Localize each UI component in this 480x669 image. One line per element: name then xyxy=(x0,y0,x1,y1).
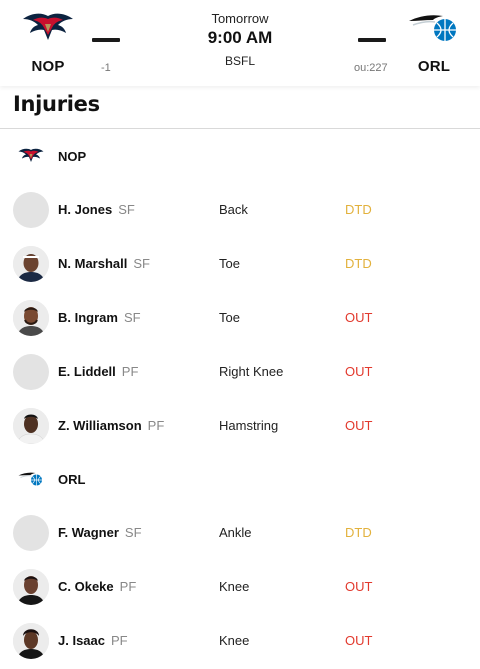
player-name: Z. Williamson PF xyxy=(58,418,165,433)
player-row[interactable]: C. Okeke PF Knee OUT xyxy=(0,560,480,614)
spread-odds: -1 xyxy=(101,62,111,74)
player-avatar xyxy=(13,623,49,659)
player-row[interactable]: B. Ingram SF Toe OUT xyxy=(0,291,480,345)
player-row[interactable]: Z. Williamson PF Hamstring OUT xyxy=(0,399,480,453)
injury-type: Knee xyxy=(219,633,250,648)
player-row[interactable]: J. Isaac PF Knee OUT xyxy=(0,614,480,668)
team-header-nop: NOP xyxy=(14,145,86,167)
player-name: B. Ingram SF xyxy=(58,310,141,325)
player-avatar xyxy=(13,569,49,605)
player-name: J. Isaac PF xyxy=(58,633,128,648)
away-team-abbr: ORL xyxy=(417,58,451,75)
player-avatar xyxy=(13,515,49,551)
player-position: PF xyxy=(121,364,139,379)
player-headshot-icon xyxy=(13,246,49,282)
total-odds: ou:227 xyxy=(354,62,388,74)
team-header-orl: ORL xyxy=(14,468,85,490)
player-position: SF xyxy=(118,202,135,217)
magic-logo-icon xyxy=(409,15,456,41)
injury-type: Ankle xyxy=(219,525,252,540)
injury-status: DTD xyxy=(345,525,372,540)
injury-status: OUT xyxy=(345,310,373,325)
injury-status: OUT xyxy=(345,418,373,433)
section-divider xyxy=(0,128,480,129)
player-name: E. Liddell PF xyxy=(58,364,139,379)
player-position: SF xyxy=(124,525,142,540)
injury-status: OUT xyxy=(345,364,373,379)
injuries-title: Injuries xyxy=(13,92,100,116)
player-position: PF xyxy=(147,418,165,433)
team-name: NOP xyxy=(58,148,87,164)
game-header: NOP -1 Tomorrow 9:00 AM BSFL ou:227 ORL xyxy=(0,0,480,86)
magic-logo-icon xyxy=(18,472,42,486)
player-avatar xyxy=(13,246,49,282)
home-team-abbr: NOP xyxy=(31,58,65,75)
player-name: C. Okeke PF xyxy=(58,579,137,594)
player-row[interactable]: F. Wagner SF Ankle DTD xyxy=(0,506,480,560)
home-team[interactable]: NOP xyxy=(10,8,86,75)
injury-type: Toe xyxy=(219,256,240,271)
player-row[interactable]: N. Marshall SF Toe DTD xyxy=(0,237,480,291)
injury-type: Toe xyxy=(219,310,240,325)
player-headshot-icon xyxy=(13,408,49,444)
player-position: PF xyxy=(119,579,137,594)
game-info: Tomorrow 9:00 AM BSFL xyxy=(160,11,320,68)
player-avatar xyxy=(13,192,49,228)
player-row[interactable]: H. Jones SF Back DTD xyxy=(0,183,480,237)
player-position: SF xyxy=(133,256,150,271)
home-score-dash xyxy=(92,38,120,42)
player-avatar xyxy=(13,354,49,390)
pelicans-logo-icon xyxy=(23,13,73,40)
team-name: ORL xyxy=(58,471,86,487)
player-headshot-icon xyxy=(13,569,49,605)
player-headshot-icon xyxy=(13,623,49,659)
away-score-dash xyxy=(358,38,386,42)
injury-type: Back xyxy=(219,202,248,217)
injury-type: Knee xyxy=(219,579,250,594)
player-avatar xyxy=(13,408,49,444)
injury-status: OUT xyxy=(345,579,373,594)
injury-type: Hamstring xyxy=(219,418,279,433)
game-day: Tomorrow xyxy=(211,11,269,26)
player-avatar xyxy=(13,300,49,336)
injury-type: Right Knee xyxy=(219,364,284,379)
game-network: BSFL xyxy=(224,54,255,68)
injury-status: OUT xyxy=(345,633,373,648)
injury-status: DTD xyxy=(345,202,372,217)
game-time: 9:00 AM xyxy=(207,28,273,47)
player-headshot-icon xyxy=(13,300,49,336)
pelicans-logo-icon xyxy=(18,148,44,162)
player-position: SF xyxy=(123,310,141,325)
player-name: F. Wagner SF xyxy=(58,525,142,540)
player-name: H. Jones SF xyxy=(58,202,135,217)
away-team[interactable]: ORL xyxy=(396,8,472,75)
player-row[interactable]: E. Liddell PF Right Knee OUT xyxy=(0,345,480,399)
player-position: PF xyxy=(111,633,128,648)
injury-status: DTD xyxy=(345,256,372,271)
player-name: N. Marshall SF xyxy=(58,256,150,271)
